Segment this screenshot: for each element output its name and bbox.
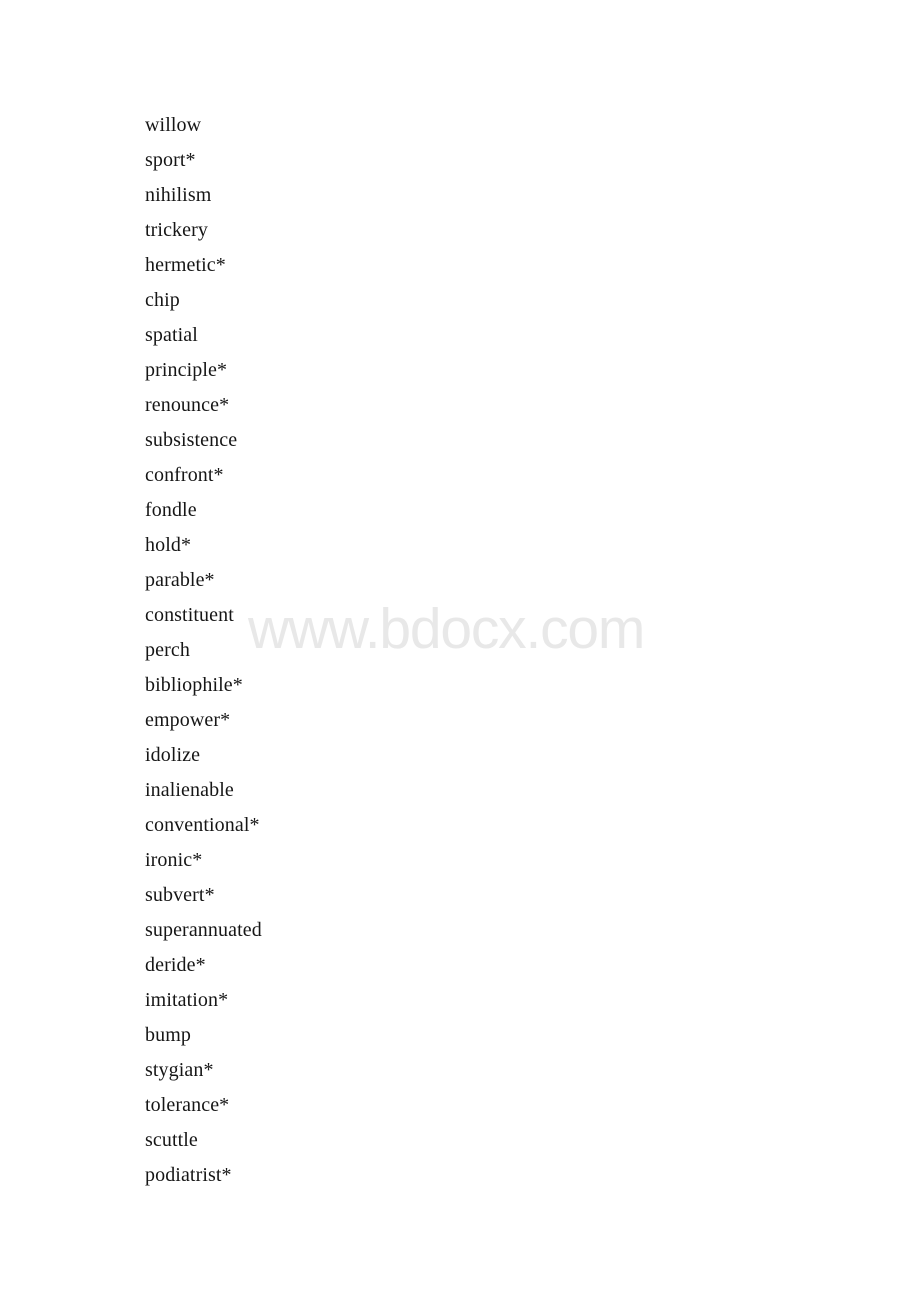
vocabulary-word: parable*	[145, 569, 215, 591]
vocabulary-word: subsistence	[145, 429, 238, 451]
vocabulary-word: spatial	[145, 324, 198, 346]
vocabulary-word: superannuated	[145, 919, 262, 941]
vocabulary-word: willow	[145, 114, 202, 136]
vocabulary-word: hold*	[145, 534, 192, 556]
vocabulary-word: idolize	[145, 744, 201, 766]
vocabulary-word: perch	[145, 639, 190, 661]
vocabulary-word: inalienable	[145, 779, 234, 801]
vocabulary-word: sport*	[145, 149, 196, 171]
vocabulary-word: imitation*	[145, 989, 229, 1011]
vocabulary-word: subvert*	[145, 884, 215, 906]
vocabulary-word: podiatrist*	[145, 1164, 232, 1186]
vocabulary-word: tolerance*	[145, 1094, 230, 1116]
vocabulary-word: constituent	[145, 604, 234, 626]
vocabulary-word: chip	[145, 289, 180, 311]
vocabulary-word: conventional*	[145, 814, 260, 836]
vocabulary-word: confront*	[145, 464, 224, 486]
vocabulary-word: nihilism	[145, 184, 212, 206]
vocabulary-word: trickery	[145, 219, 208, 241]
vocabulary-word: bump	[145, 1024, 191, 1046]
vocabulary-word: principle*	[145, 359, 228, 381]
vocabulary-word: bibliophile*	[145, 674, 243, 696]
vocabulary-word: fondle	[145, 499, 197, 521]
vocabulary-word: scuttle	[145, 1129, 198, 1151]
document-page: www.bdocx.com willow sport* nihilism tricke…	[0, 0, 920, 1302]
vocabulary-word: stygian*	[145, 1059, 214, 1081]
vocabulary-word: empower*	[145, 709, 231, 731]
vocabulary-word: renounce*	[145, 394, 230, 416]
vocabulary-word: ironic*	[145, 849, 203, 871]
vocabulary-word: hermetic*	[145, 254, 226, 276]
vocabulary-word-list: willow sport* nihilism trickery hermetic* chi…	[145, 108, 745, 1193]
vocabulary-word: deride*	[145, 954, 206, 976]
